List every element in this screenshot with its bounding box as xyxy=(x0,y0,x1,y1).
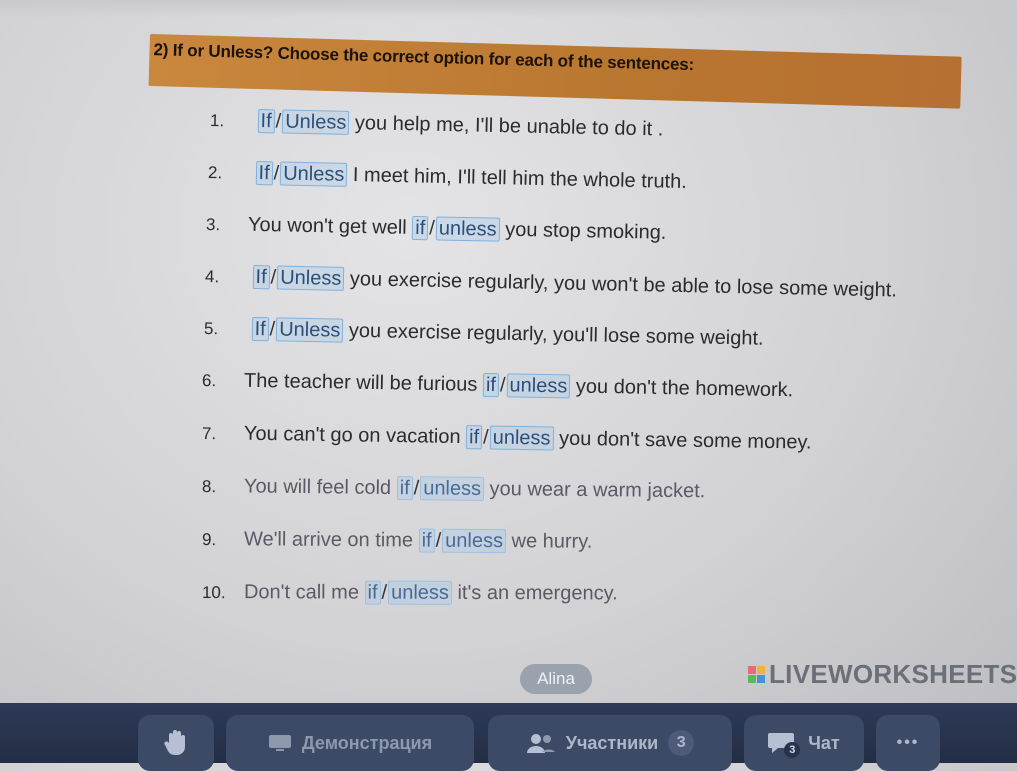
sentence-list: 1. If / Unless you help me, I'll be unable… xyxy=(0,0,1017,660)
sentence-after: it's an emergency. xyxy=(457,582,617,605)
screen-share-icon xyxy=(268,733,292,753)
sentence-before: The teacher will be furious xyxy=(244,370,478,396)
option-if[interactable]: If xyxy=(255,161,273,185)
participants-count: 3 xyxy=(668,730,694,756)
option-unless[interactable]: unless xyxy=(420,476,484,501)
option-if[interactable]: if xyxy=(419,529,435,553)
item-number: 6. xyxy=(202,371,244,392)
option-unless[interactable]: unless xyxy=(436,216,500,241)
option-if[interactable]: if xyxy=(365,581,381,605)
chat-unread-badge: 3 xyxy=(784,742,800,758)
option-unless[interactable]: Unless xyxy=(280,162,348,187)
option-separator: / xyxy=(482,426,490,448)
option-unless[interactable]: Unless xyxy=(282,110,350,135)
item-number: 1. xyxy=(210,111,252,132)
item-number: 9. xyxy=(202,530,244,550)
sentence-after: you don't save some money. xyxy=(559,428,812,454)
sentence-after: I meet him, I'll tell him the whole trut… xyxy=(353,164,687,193)
option-unless[interactable]: unless xyxy=(489,426,553,451)
option-separator: / xyxy=(499,374,507,396)
option-unless[interactable]: Unless xyxy=(277,266,345,291)
list-item: 7.You can't go on vacation if/unless you… xyxy=(202,421,812,455)
sentence-after: you exercise regularly, you won't be abl… xyxy=(350,268,897,301)
sentence-before: Don't call me xyxy=(244,581,359,603)
sentence-before: You can't go on vacation xyxy=(244,423,461,448)
list-item: 1. If/Unless you help me, I'll be unable… xyxy=(210,108,664,141)
item-number: 3. xyxy=(206,215,248,236)
item-number: 4. xyxy=(205,267,247,288)
option-if[interactable]: if xyxy=(466,425,482,449)
list-item: 5. If/Unless you exercise regularly, you… xyxy=(204,316,764,351)
chat-icon-wrap: 3 xyxy=(768,730,798,756)
logo-icon xyxy=(748,666,765,683)
brand-name: LIVEWORKSHEETS xyxy=(769,659,1017,690)
item-number: 2. xyxy=(208,163,250,184)
sentence-after: you exercise regularly, you'll lose some… xyxy=(349,320,764,350)
option-if[interactable]: if xyxy=(412,216,428,240)
list-item: 10.Don't call me if/unless it's an emerg… xyxy=(202,580,618,605)
participants-icon xyxy=(526,732,556,754)
option-separator: / xyxy=(435,530,443,552)
sentence-after: you wear a warm jacket. xyxy=(490,478,706,502)
item-number: 10. xyxy=(202,583,244,603)
item-number: 8. xyxy=(202,477,244,497)
hand-icon xyxy=(163,729,189,757)
screen-share-label: Демонстрация xyxy=(302,733,432,754)
more-icon: ••• xyxy=(897,734,920,752)
option-if[interactable]: if xyxy=(483,373,499,397)
list-item: 8.You will feel cold if/unless you wear … xyxy=(202,474,706,503)
option-if[interactable]: If xyxy=(252,265,270,289)
list-item: 4. If/Unless you exercise regularly, you… xyxy=(205,264,897,302)
participants-label: Участники xyxy=(566,733,659,754)
sentence-before: You won't get well xyxy=(248,214,407,239)
liveworksheets-logo: LIVEWORKSHEETS xyxy=(748,656,1017,692)
author-badge: Alina xyxy=(520,664,592,694)
sentence-after: you help me, I'll be unable to do it . xyxy=(355,112,664,140)
option-unless[interactable]: Unless xyxy=(276,317,344,342)
option-if[interactable]: If xyxy=(251,317,269,341)
sentence-before: You will feel cold xyxy=(244,475,391,499)
option-unless[interactable]: unless xyxy=(388,581,452,605)
meeting-toolbar: Демонстрация Участники 3 3 Чат ••• xyxy=(0,703,1017,763)
sentence-after: you stop smoking. xyxy=(505,219,667,244)
sentence-before: We'll arrive on time xyxy=(244,528,413,551)
list-item: 3.You won't get well if/unless you stop … xyxy=(206,212,667,245)
list-item: 2. If/Unless I meet him, I'll tell him t… xyxy=(208,160,687,194)
list-item: 9.We'll arrive on time if/unless we hurr… xyxy=(202,527,592,554)
option-unless[interactable]: unless xyxy=(506,373,570,398)
sentence-after: we hurry. xyxy=(511,530,592,553)
option-unless[interactable]: unless xyxy=(442,529,506,553)
option-if[interactable]: if xyxy=(397,476,413,500)
chat-label: Чат xyxy=(808,733,839,754)
option-if[interactable]: If xyxy=(257,109,275,133)
list-item: 6.The teacher will be furious if/unless … xyxy=(202,368,794,402)
item-number: 7. xyxy=(202,424,244,445)
item-number: 5. xyxy=(204,319,246,340)
option-separator: / xyxy=(381,582,389,604)
sentence-after: you don't the homework. xyxy=(576,376,794,402)
